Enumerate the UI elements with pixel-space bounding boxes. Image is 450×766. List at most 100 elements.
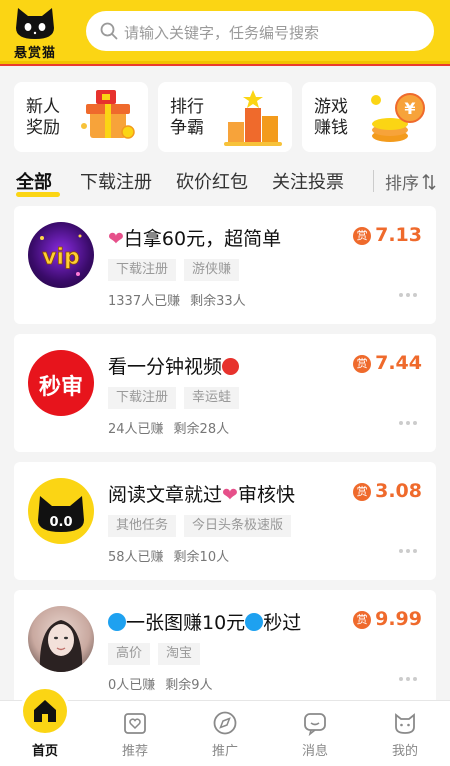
sort-icon[interactable]	[422, 174, 436, 190]
task-reward: 赏 7.44	[353, 352, 422, 376]
task-tags: 下载注册 游侠赚	[108, 258, 247, 281]
category-tabs: 全部 下载注册 砍价红包 关注投票 排序	[0, 162, 450, 202]
search-placeholder: 请输入关键字，任务编号搜索	[124, 24, 320, 42]
more-options-icon[interactable]	[398, 420, 418, 426]
svg-text:¥: ¥	[404, 99, 415, 118]
task-card[interactable]: 一张图赚10元 秒过 高价 淘宝 0人已赚 剩余9人 赏 9.99	[14, 590, 436, 708]
reward-badge-icon: 赏	[353, 227, 372, 245]
remaining-count: 剩余9人	[165, 678, 213, 693]
tile-ranking[interactable]: 排行争霸	[158, 82, 292, 152]
remaining-count: 剩余28人	[173, 422, 230, 437]
nav-label: 消息	[301, 744, 328, 759]
nav-messages[interactable]: 消息	[270, 701, 360, 766]
sort-button[interactable]: 排序	[385, 169, 419, 194]
nav-label: 推荐	[121, 744, 148, 759]
tab-bargain-redpacket[interactable]: 砍价红包	[176, 168, 248, 194]
coins-icon: ¥	[371, 93, 425, 142]
nav-label: 首页	[31, 744, 58, 759]
task-tag: 下载注册	[108, 259, 177, 281]
message-icon	[304, 713, 326, 736]
more-options-icon[interactable]	[398, 548, 418, 554]
task-tag: 今日头条极速版	[184, 515, 292, 537]
tab-download-register[interactable]: 下载注册	[80, 168, 152, 194]
remaining-count: 剩余10人	[173, 550, 230, 565]
task-tag: 下载注册	[108, 387, 177, 409]
task-card[interactable]: 0.0 阅读文章就过❤审核快 其他任务 今日头条极速版 58人已赚 剩余10人 赏3…	[14, 462, 436, 580]
tab-follow-vote[interactable]: 关注投票	[272, 168, 344, 194]
tile-label: 新人奖励	[26, 97, 60, 138]
tab-all[interactable]: 全部	[16, 168, 52, 194]
vip-badge-icon: vip	[40, 234, 82, 276]
task-stats: 24人已赚 剩余28人	[108, 418, 239, 437]
tile-label: 排行争霸	[170, 97, 204, 138]
cat-face-icon: 0.0	[38, 496, 84, 532]
app-header: 悬赏猫 请输入关键字，任务编号搜索	[0, 0, 450, 64]
reward-badge-icon: 赏	[353, 483, 372, 501]
nav-promote[interactable]: 推广	[180, 701, 270, 766]
task-tags: 下载注册 幸运蛙	[108, 386, 247, 409]
podium-icon	[224, 90, 282, 146]
home-bubble	[23, 689, 67, 733]
task-tags: 高价 淘宝	[108, 642, 208, 665]
search-bar[interactable]: 请输入关键字，任务编号搜索	[86, 11, 434, 51]
task-card[interactable]: vip ❤白拿60元，超简单 下载注册 游侠赚 1337人已赚 剩余33人 赏 7.1…	[14, 206, 436, 324]
task-title: 阅读文章就过❤审核快	[108, 484, 295, 506]
more-options-icon[interactable]	[398, 292, 418, 298]
svg-text:vip: vip	[42, 245, 80, 270]
task-tag: 幸运蛙	[184, 387, 240, 409]
heart-box-icon	[124, 713, 146, 734]
nav-mine[interactable]: 我的	[360, 701, 450, 766]
task-avatar-vip: vip	[28, 222, 94, 288]
gift-box-icon	[81, 90, 135, 139]
task-tag: 游侠赚	[184, 259, 240, 281]
task-stats: 0人已赚 剩余9人	[108, 674, 223, 693]
portrait-image	[39, 620, 83, 672]
task-reward: 赏 3.08	[353, 480, 422, 504]
task-title: 一张图赚10元 秒过	[108, 608, 301, 635]
nav-label: 我的	[391, 744, 418, 759]
task-title: ❤白拿60元，超简单	[108, 228, 282, 250]
reward-amount: 9.99	[375, 608, 422, 630]
active-tab-indicator	[16, 192, 60, 197]
earned-count: 1337人已赚	[108, 294, 181, 309]
tile-newbie-reward[interactable]: 新人奖励	[14, 82, 148, 152]
remaining-count: 剩余33人	[190, 294, 246, 309]
task-stats: 1337人已赚 剩余33人	[108, 290, 256, 309]
compass-icon	[213, 711, 237, 735]
app-logo[interactable]: 悬赏猫	[10, 6, 60, 61]
logo-text: 悬赏猫	[13, 46, 56, 61]
promo-tiles: 新人奖励 排行争霸 游戏赚钱 ¥	[0, 82, 450, 152]
tile-label: 游戏赚钱	[314, 97, 348, 138]
task-tag: 淘宝	[158, 643, 201, 665]
heart-icon: ❤	[108, 228, 124, 250]
task-tag: 其他任务	[108, 515, 177, 537]
task-tag: 高价	[108, 643, 151, 665]
tile-game-earn[interactable]: 游戏赚钱 ¥	[302, 82, 436, 152]
cat-logo-icon	[16, 8, 54, 39]
tab-divider	[373, 170, 374, 192]
earned-count: 58人已赚	[108, 550, 164, 565]
task-tags: 其他任务 今日头条极速版	[108, 514, 299, 537]
cat-face-icon	[395, 713, 415, 734]
task-card[interactable]: 秒审 看一分钟视频 下载注册 幸运蛙 24人已赚 剩余28人 赏 7.44	[14, 334, 436, 452]
task-reward: 赏 7.13	[353, 224, 422, 248]
nav-recommend[interactable]: 推荐	[90, 701, 180, 766]
task-avatar-miaoshen: 秒审	[28, 350, 94, 416]
blue-dot-icon	[108, 613, 126, 631]
reward-amount: 7.13	[375, 224, 422, 246]
heart-icon: ❤	[222, 484, 238, 506]
bottom-nav: 首页 推荐 推广 消息 我的	[0, 689, 450, 766]
search-icon	[100, 22, 118, 40]
header-divider	[0, 64, 450, 66]
home-icon	[34, 700, 56, 722]
task-avatar-cat: 0.0	[28, 478, 94, 544]
earned-count: 0人已赚	[108, 678, 156, 693]
more-options-icon[interactable]	[398, 676, 418, 682]
reward-amount: 7.44	[375, 352, 422, 374]
reward-badge-icon: 赏	[353, 355, 372, 373]
task-reward: 赏 9.99	[353, 608, 422, 632]
nav-home[interactable]: 首页	[0, 689, 90, 766]
reward-badge-icon: 赏	[353, 611, 372, 629]
blue-dot-icon	[245, 613, 264, 631]
task-title: 看一分钟视频	[108, 352, 240, 379]
